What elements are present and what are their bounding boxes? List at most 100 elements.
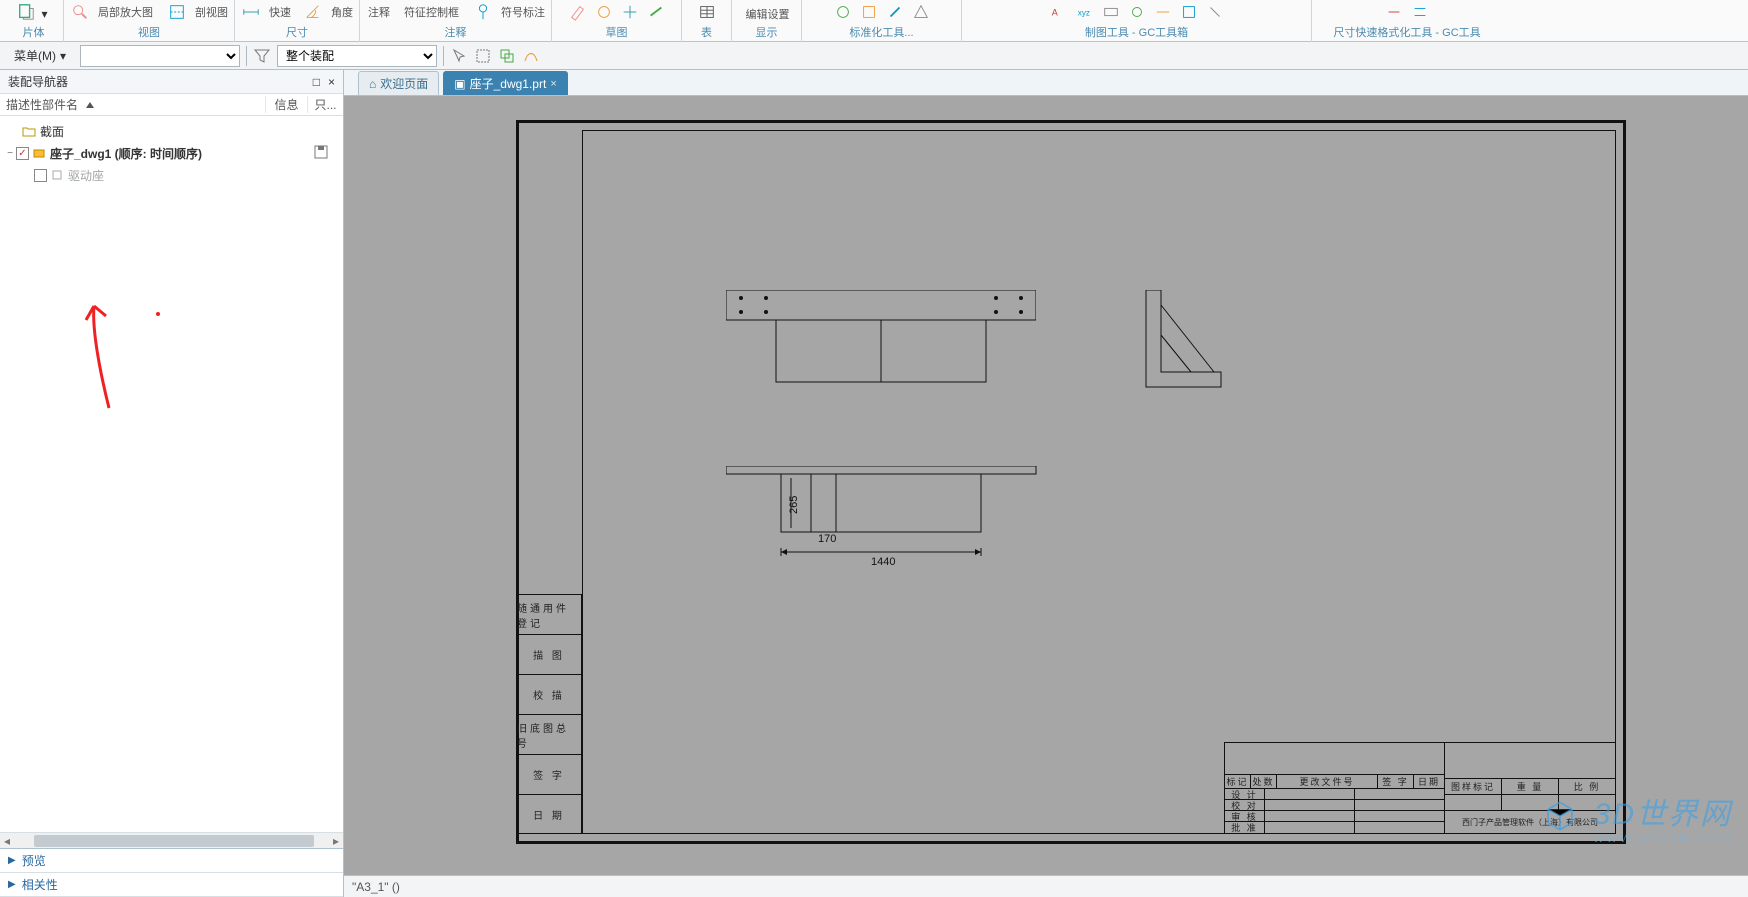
gc-icon-5[interactable]: [1153, 2, 1173, 22]
folder-icon: [22, 124, 36, 138]
accordion-relativity[interactable]: ▶相关性: [0, 873, 343, 897]
sketch-icon-2[interactable]: [594, 2, 614, 22]
gc-icon-6[interactable]: [1179, 2, 1199, 22]
angle-dim-button[interactable]: 角度: [331, 4, 353, 20]
horizontal-scrollbar[interactable]: ◂ ▸: [0, 832, 343, 848]
left-label-strip: 随通用件登记 描 图 校 描 旧底图总号 签 字 日 期: [516, 594, 582, 834]
ribbon-label-sketch: 草图: [606, 24, 628, 42]
quick-dim-button[interactable]: 快速: [269, 4, 291, 20]
left-label-4: 旧底图总号: [516, 714, 582, 754]
new-sheet-icon[interactable]: [16, 2, 36, 22]
dimfmt-icon-1[interactable]: [1384, 2, 1404, 22]
separator: [443, 46, 444, 66]
sketch-icon-1[interactable]: [568, 2, 588, 22]
chevron-down-icon[interactable]: ▾: [42, 7, 52, 17]
gc-icon-4[interactable]: [1127, 2, 1147, 22]
ribbon-label-standard: 标准化工具...: [849, 24, 913, 42]
navigator-columns: 描述性部件名 信息 只...: [0, 94, 343, 116]
accordion-preview-label: 预览: [22, 852, 46, 869]
ribbon-label-view: 视图: [138, 24, 160, 42]
ribbon-group-standard: 标准化工具...: [802, 0, 962, 42]
local-zoom-button[interactable]: 局部放大图: [98, 4, 153, 20]
fcf-button[interactable]: 符征控制框: [404, 4, 459, 20]
checkbox-checked[interactable]: [16, 147, 29, 160]
angle-dim-icon[interactable]: [303, 2, 323, 22]
scrollbar-thumb[interactable]: [34, 835, 314, 847]
symbol-icon[interactable]: [473, 2, 493, 22]
tree-node-child[interactable]: 驱动座: [4, 164, 339, 186]
separator: [246, 46, 247, 66]
assembly-icon: [32, 146, 46, 160]
save-icon[interactable]: [313, 144, 329, 160]
symbol-button[interactable]: 符号标注: [501, 4, 545, 20]
annotation-red-dot: [156, 312, 160, 316]
navigator-accordion: ▶ 预览 ▶相关性: [0, 848, 343, 897]
gc-icon-7[interactable]: [1205, 2, 1225, 22]
tb-hdr-mark: 标记: [1225, 775, 1251, 788]
section-view-icon[interactable]: [167, 2, 187, 22]
tab-active-part[interactable]: ▣ 座子_dwg1.prt ×: [443, 71, 567, 95]
triangle-right-icon: ▶: [8, 855, 16, 866]
close-icon[interactable]: ×: [550, 78, 556, 90]
ribbon-label-gctools: 制图工具 - GC工具箱: [1085, 24, 1188, 42]
tab-welcome[interactable]: ⌂ 欢迎页面: [358, 71, 439, 95]
svg-text:xyz: xyz: [1077, 9, 1089, 18]
column-only[interactable]: 只...: [307, 96, 343, 113]
std-icon-1[interactable]: [833, 2, 853, 22]
home-icon: ⌂: [369, 77, 376, 91]
maximize-icon[interactable]: □: [313, 75, 320, 89]
ribbon-group-display: 编辑设置 显示: [732, 0, 802, 42]
component-icon: [50, 168, 64, 182]
menu-button-label: 菜单(M): [14, 47, 56, 64]
std-icon-4[interactable]: [911, 2, 931, 22]
collapse-icon[interactable]: −: [4, 147, 16, 159]
filter-icon[interactable]: [253, 47, 271, 65]
tb-hdr-date: 日期: [1414, 775, 1444, 788]
select-curve-icon[interactable]: [522, 47, 540, 65]
gc-icon-1[interactable]: A: [1049, 2, 1069, 22]
close-panel-icon[interactable]: ×: [328, 75, 335, 89]
drawing-sheet: 随通用件登记 描 图 校 描 旧底图总号 签 字 日 期: [516, 120, 1626, 844]
checkbox-unchecked[interactable]: [34, 169, 47, 182]
gc-icon-2[interactable]: xyz: [1075, 2, 1095, 22]
tb-row-review: 审 核: [1225, 811, 1265, 821]
drawing-canvas[interactable]: 随通用件登记 描 图 校 描 旧底图总号 签 字 日 期: [344, 96, 1748, 875]
select-rect-icon[interactable]: [474, 47, 492, 65]
dimfmt-icon-2[interactable]: [1410, 2, 1430, 22]
tb-row-check: 校 对: [1225, 800, 1265, 810]
left-label-6: 日 期: [516, 794, 582, 834]
ribbon-group-view: 局部放大图 剖视图 视图: [64, 0, 235, 42]
tb-right-weight: 重 量: [1502, 779, 1559, 794]
std-icon-3[interactable]: [885, 2, 905, 22]
left-label-5: 签 字: [516, 754, 582, 794]
column-info[interactable]: 信息: [265, 96, 307, 113]
accordion-relativity-label: 相关性: [22, 876, 58, 893]
gc-icon-3[interactable]: [1101, 2, 1121, 22]
note-button[interactable]: 注释: [368, 4, 390, 20]
quick-dim-icon[interactable]: [241, 2, 261, 22]
local-zoom-icon[interactable]: [70, 2, 90, 22]
assembly-filter-dropdown[interactable]: 整个装配: [277, 45, 437, 67]
sketch-icon-4[interactable]: [646, 2, 666, 22]
ribbon-label-dim: 尺寸: [286, 24, 308, 42]
tb-row-approve: 批 准: [1225, 822, 1265, 833]
select-add-icon[interactable]: [498, 47, 516, 65]
status-text: "A3_1" (): [352, 880, 400, 894]
std-icon-2[interactable]: [859, 2, 879, 22]
sketch-icon-3[interactable]: [620, 2, 640, 22]
column-name[interactable]: 描述性部件名: [0, 96, 265, 113]
navigator-title: 装配导航器: [8, 73, 68, 90]
tab-welcome-label: 欢迎页面: [380, 75, 428, 92]
tb-hdr-doc: 更改文件号: [1277, 775, 1378, 788]
ribbon-label-table: 表: [701, 24, 712, 42]
table-icon[interactable]: [697, 2, 717, 22]
titleblock: 标记 处数 更改文件号 签 字 日期 设 计 校 对 审 核 批 准 图样标记: [1224, 742, 1616, 834]
section-view-button[interactable]: 剖视图: [195, 4, 228, 20]
cursor-icon[interactable]: [450, 47, 468, 65]
accordion-preview[interactable]: ▶ 预览: [0, 849, 343, 873]
menu-button[interactable]: 菜单(M) ▾: [6, 45, 74, 67]
filter-dropdown-1[interactable]: [80, 45, 240, 67]
tree-node-root[interactable]: − 座子_dwg1 (顺序: 时间顺序): [4, 142, 339, 164]
edit-settings-button[interactable]: 编辑设置: [746, 6, 790, 22]
tree-node-sections[interactable]: 截面: [4, 120, 339, 142]
